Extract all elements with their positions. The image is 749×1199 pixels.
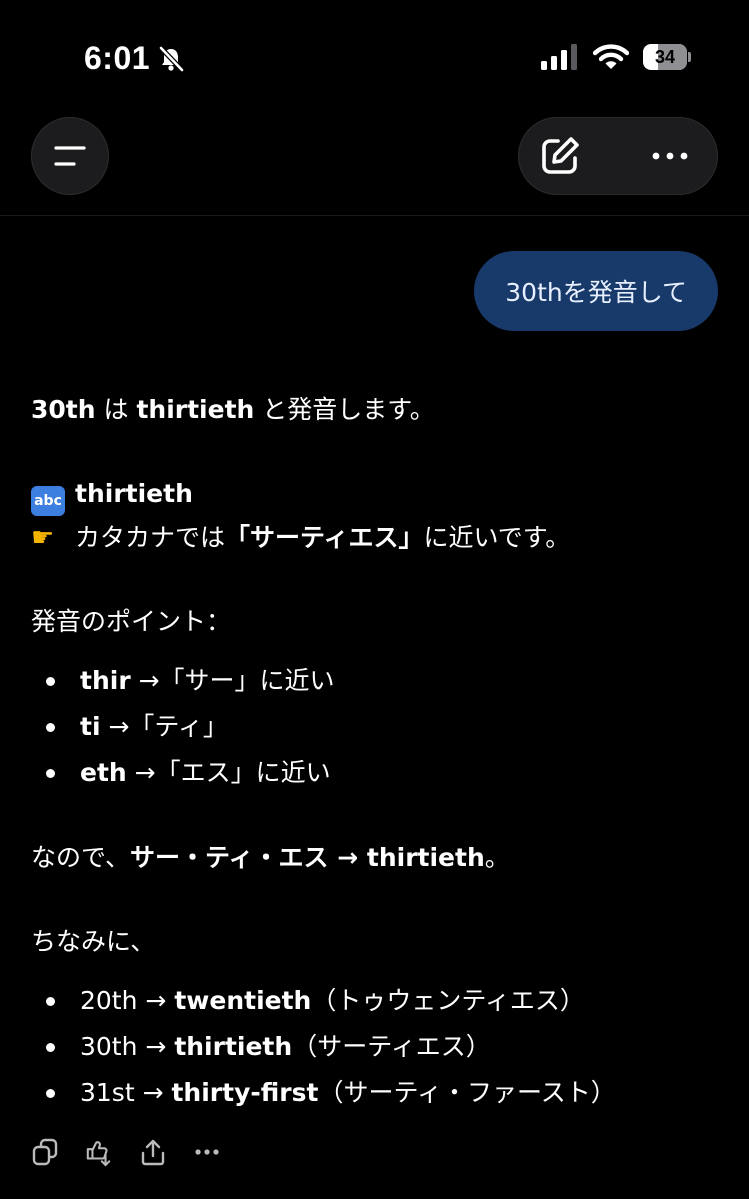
status-bar: 6:01 34 xyxy=(0,0,749,110)
examples-list: 20th → twentieth（トゥウェンティエス） 30th → thirt… xyxy=(31,978,721,1116)
copy-icon xyxy=(32,1138,58,1166)
list-item: 30th → thirtieth（サーティエス） xyxy=(31,1024,721,1070)
word-line: abc thirtieth xyxy=(31,472,721,516)
abc-icon: abc xyxy=(31,486,65,516)
menu-button[interactable] xyxy=(31,117,109,195)
example-word: twentieth xyxy=(174,986,312,1015)
intro-particle: は xyxy=(95,395,137,424)
answer-intro: 30th は thirtieth と発音します。 xyxy=(31,388,721,432)
list-item: thir →「サー」に近い xyxy=(31,658,721,704)
bell-slash-icon xyxy=(159,45,184,72)
points-list: thir →「サー」に近い ti →「ティ」 eth →「エス」に近い xyxy=(31,658,721,796)
battery-icon: 34 xyxy=(643,44,691,70)
example-reading: （サーティエス） xyxy=(292,1032,491,1061)
new-chat-button[interactable] xyxy=(538,134,582,178)
katakana-suffix: に近いです。 xyxy=(423,523,571,552)
katakana-reading: 「サーティエス」 xyxy=(225,523,424,552)
user-message-bubble[interactable]: 30thを発音して xyxy=(474,251,718,331)
feedback-button[interactable] xyxy=(85,1136,113,1168)
katakana-prefix: カタカナでは xyxy=(75,523,226,552)
summary-suffix: 。 xyxy=(484,843,510,872)
example-reading: （トゥウェンティエス） xyxy=(311,986,585,1015)
top-actions xyxy=(518,117,718,195)
summary-line: なので、サー・ティ・エス → thirtieth。 xyxy=(31,836,721,880)
katakana-line: ☛ カタカナでは「サーティエス」に近いです。 xyxy=(31,516,721,560)
example-word: thirty-first xyxy=(171,1078,319,1107)
intro-suffix: と発音します。 xyxy=(254,395,435,424)
cellular-signal-icon xyxy=(541,44,577,70)
pointing-hand-icon: ☛ xyxy=(31,523,55,553)
point-text: →「サー」に近い xyxy=(130,666,335,695)
word-text: thirtieth xyxy=(75,479,193,508)
share-icon xyxy=(141,1139,165,1166)
example-pre: 31st → xyxy=(80,1078,172,1107)
example-pre: 30th → xyxy=(80,1032,175,1061)
list-item: 20th → twentieth（トゥウェンティエス） xyxy=(31,978,721,1024)
menu-icon xyxy=(54,146,86,166)
header-divider xyxy=(0,215,749,216)
example-word: thirtieth xyxy=(174,1032,293,1061)
list-item: 31st → thirty-first（サーティ・ファースト） xyxy=(31,1070,721,1116)
copy-button[interactable] xyxy=(31,1136,59,1168)
battery-level: 34 xyxy=(654,46,676,67)
user-message-text: 30thを発音して xyxy=(505,278,687,307)
status-time: 6:01 xyxy=(84,40,151,76)
summary-prefix: なので、 xyxy=(31,843,131,872)
point-key: eth xyxy=(80,758,127,787)
intro-word: thirtieth xyxy=(136,395,255,424)
message-actions xyxy=(31,1136,221,1168)
example-reading: （サーティ・ファースト） xyxy=(318,1078,616,1107)
status-time-group: 6:01 xyxy=(84,40,186,77)
more-horizontal-icon xyxy=(195,1149,219,1155)
point-key: thir xyxy=(80,666,131,695)
point-key: ti xyxy=(80,712,101,741)
more-icon xyxy=(652,152,688,160)
example-pre: 20th → xyxy=(80,986,175,1015)
assistant-message: 30th は thirtieth と発音します。 abc thirtieth ☛ カ… xyxy=(31,388,721,1116)
point-text: →「ティ」 xyxy=(100,712,228,741)
more-options-button[interactable] xyxy=(648,134,692,178)
thumbs-feedback-icon xyxy=(86,1141,111,1167)
list-item: eth →「エス」に近い xyxy=(31,750,721,796)
intro-term: 30th xyxy=(31,395,96,424)
examples-title: ちなみに、 xyxy=(31,927,156,956)
edit-icon xyxy=(542,137,579,174)
summary-bold: サー・ティ・エス → thirtieth xyxy=(130,843,485,872)
wifi-icon xyxy=(593,44,629,69)
list-item: ti →「ティ」 xyxy=(31,704,721,750)
points-title: 発音のポイント： xyxy=(31,607,232,636)
share-button[interactable] xyxy=(139,1136,167,1168)
point-text: →「エス」に近い xyxy=(126,758,331,787)
more-actions-button[interactable] xyxy=(193,1136,221,1168)
status-indicators: 34 xyxy=(541,44,691,70)
